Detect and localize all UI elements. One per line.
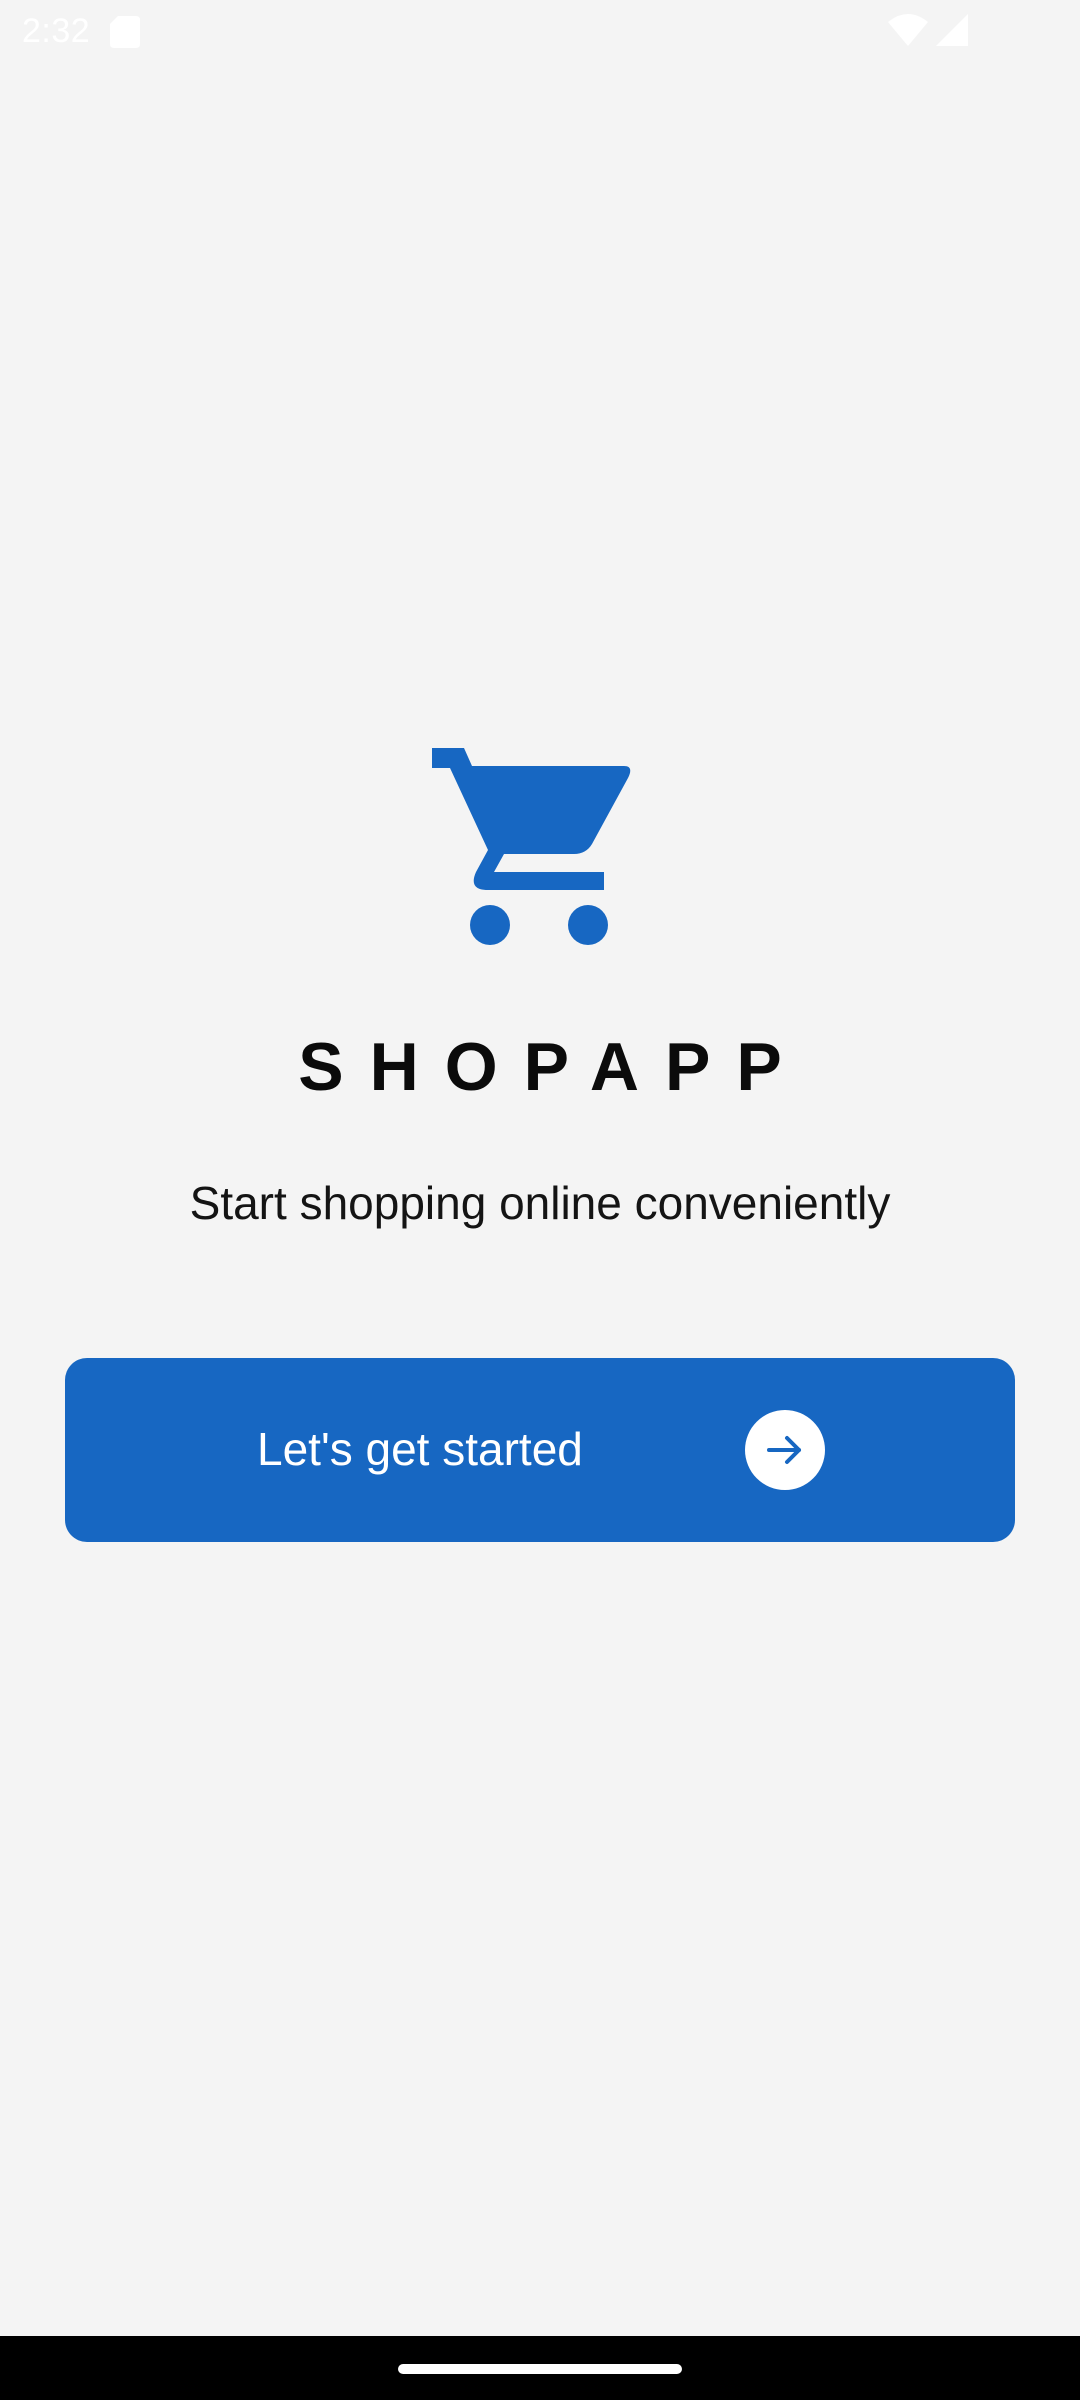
navigation-bar — [0, 2336, 1080, 2400]
get-started-label: Let's get started — [257, 1423, 583, 1475]
get-started-button[interactable]: Let's get started — [65, 1358, 1015, 1542]
welcome-screen: 2:32 SHOPAPP Start shopping online conve… — [0, 0, 1080, 2400]
signal-icon — [936, 14, 968, 46]
sd-card-icon — [110, 16, 140, 48]
app-title: SHOPAPP — [298, 1029, 808, 1105]
status-bar: 2:32 — [0, 0, 1080, 62]
wifi-icon — [888, 14, 928, 46]
status-time: 2:32 — [22, 12, 91, 50]
arrow-right-icon — [745, 1410, 825, 1490]
tagline: Start shopping online conveniently — [189, 1177, 891, 1229]
home-indicator[interactable] — [398, 2364, 682, 2374]
shopping-cart-icon — [428, 744, 632, 948]
